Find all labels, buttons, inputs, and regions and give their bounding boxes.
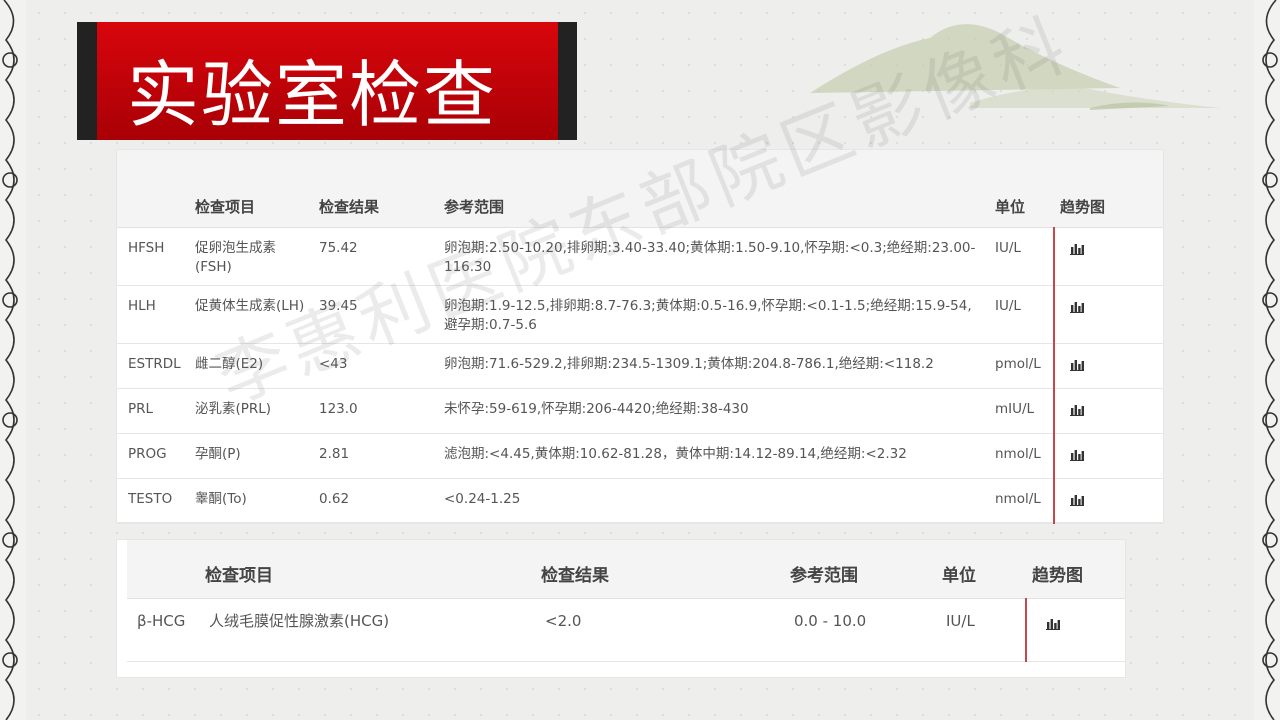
header-unit: 单位 bbox=[936, 540, 1026, 599]
bar-chart-icon[interactable] bbox=[1069, 492, 1085, 506]
header-item: 检查项目 bbox=[199, 540, 535, 599]
row-trend-cell bbox=[1053, 227, 1163, 286]
row-reference-range: 卵泡期:71.6-529.2,排卵期:234.5-1309.1;黄体期:204.… bbox=[438, 343, 989, 389]
table-row: TESTO 睾酮(To) 0.62 <0.24-1.25 nmol/L bbox=[117, 478, 1163, 524]
row-trend-cell bbox=[1053, 343, 1163, 389]
row-code: PRL bbox=[117, 388, 189, 434]
row-code: HFSH bbox=[117, 227, 189, 286]
row-code: PROG bbox=[117, 433, 189, 479]
row-item-name: 促卵泡生成素(FSH) bbox=[189, 227, 313, 286]
slide-title: 实验室检查 bbox=[127, 53, 498, 137]
title-banner-red: 实验室检查 bbox=[97, 22, 558, 140]
header-code bbox=[127, 540, 199, 599]
row-reference-range: <0.24-1.25 bbox=[438, 478, 989, 524]
row-unit: IU/L bbox=[989, 227, 1054, 286]
right-ornament-border bbox=[1254, 0, 1280, 720]
row-trend-cell bbox=[1053, 433, 1163, 479]
table-row: PROG 孕酮(P) 2.81 滤泡期:<4.45,黄体期:10.62-81.28，黄… bbox=[117, 433, 1163, 479]
header-range: 参考范围 bbox=[784, 540, 936, 599]
header-trend: 趋势图 bbox=[1026, 540, 1125, 599]
table-row: β-HCG 人绒毛膜促性腺激素(HCG) <2.0 0.0 - 10.0 IU/L bbox=[127, 598, 1125, 662]
bar-chart-icon[interactable] bbox=[1069, 447, 1085, 461]
row-item-name: 人绒毛膜促性腺激素(HCG) bbox=[199, 598, 535, 662]
header-result: 检查结果 bbox=[313, 150, 438, 228]
row-result: 123.0 bbox=[313, 388, 438, 434]
bar-chart-icon[interactable] bbox=[1069, 241, 1085, 255]
row-result: 2.81 bbox=[313, 433, 438, 479]
table-header-row: 检查项目 检查结果 参考范围 单位 趋势图 bbox=[127, 540, 1125, 599]
row-reference-range: 未怀孕:59-619,怀孕期:206-4420;绝经期:38-430 bbox=[438, 388, 989, 434]
row-code: TESTO bbox=[117, 478, 189, 524]
bar-chart-icon[interactable] bbox=[1069, 299, 1085, 313]
row-code: β-HCG bbox=[127, 598, 199, 662]
row-result: <2.0 bbox=[535, 598, 784, 662]
row-trend-cell bbox=[1053, 388, 1163, 434]
row-reference-range: 滤泡期:<4.45,黄体期:10.62-81.28，黄体中期:14.12-89.… bbox=[438, 433, 989, 479]
left-ornament-border bbox=[0, 0, 26, 720]
row-unit: nmol/L bbox=[989, 478, 1054, 524]
row-item-name: 睾酮(To) bbox=[189, 478, 313, 524]
header-item: 检查项目 bbox=[189, 150, 313, 228]
header-result: 检查结果 bbox=[535, 540, 784, 599]
bar-chart-icon[interactable] bbox=[1069, 357, 1085, 371]
row-code: HLH bbox=[117, 285, 189, 344]
row-trend-cell bbox=[1053, 478, 1163, 524]
hcg-results-panel: 检查项目 检查结果 参考范围 单位 趋势图 β-HCG 人绒毛膜促性腺激素(HCG… bbox=[117, 540, 1125, 677]
row-unit: nmol/L bbox=[989, 433, 1054, 479]
header-trend: 趋势图 bbox=[1054, 150, 1163, 228]
row-reference-range: 0.0 - 10.0 bbox=[784, 598, 936, 662]
header-code bbox=[117, 150, 189, 228]
row-trend-cell bbox=[1025, 598, 1125, 662]
hcg-results-table: 检查项目 检查结果 参考范围 单位 趋势图 β-HCG 人绒毛膜促性腺激素(HCG… bbox=[127, 540, 1125, 662]
row-trend-cell bbox=[1053, 285, 1163, 344]
row-unit: IU/L bbox=[989, 285, 1054, 344]
row-result: 0.62 bbox=[313, 478, 438, 524]
row-unit: pmol/L bbox=[989, 343, 1054, 389]
row-code: ESTRDL bbox=[117, 343, 189, 389]
bar-chart-icon[interactable] bbox=[1045, 615, 1061, 630]
bar-chart-icon[interactable] bbox=[1069, 402, 1085, 416]
row-unit: mIU/L bbox=[989, 388, 1054, 434]
row-unit: IU/L bbox=[936, 598, 1026, 662]
row-item-name: 孕酮(P) bbox=[189, 433, 313, 479]
header-unit: 单位 bbox=[989, 150, 1054, 228]
title-banner: 实验室检查 bbox=[77, 22, 577, 140]
